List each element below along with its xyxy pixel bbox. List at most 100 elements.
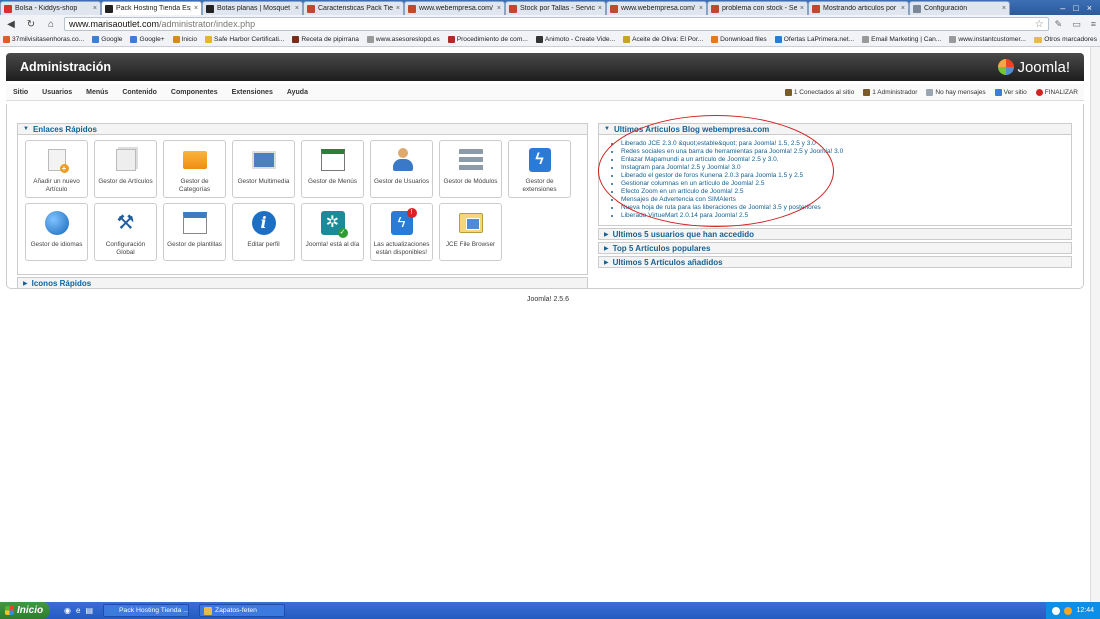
blog-article-link[interactable]: Liberado VirtueMart 2.0.14 para Joomla! … xyxy=(621,212,1071,220)
menu-item[interactable]: Sitio xyxy=(6,89,35,96)
bookmark-item[interactable]: Donwnload files xyxy=(711,36,767,43)
close-window-icon[interactable]: × xyxy=(1087,3,1092,13)
browser-tab[interactable]: problema con stock - Se × xyxy=(707,1,808,15)
bookmark-item[interactable]: Inicio xyxy=(172,36,197,43)
back-icon[interactable]: ◀ xyxy=(4,19,18,30)
home-icon[interactable]: ⌂ xyxy=(44,19,58,30)
network-icon[interactable] xyxy=(1052,606,1061,615)
quick-icon-button[interactable]: Gestor Multimedia xyxy=(232,140,295,198)
menu-item[interactable]: Extensiones xyxy=(225,89,280,96)
blog-article-link[interactable]: Liberado el gestor de foros Kunena 2.0.3… xyxy=(621,172,1071,180)
blog-article-link[interactable]: Mensajes de Advertencia con SIMAlerts xyxy=(621,196,1071,204)
blog-article-link[interactable]: Redes sociales en una barra de herramien… xyxy=(621,148,1071,156)
browser-tab[interactable]: Configuración × xyxy=(909,1,1010,15)
quick-icon-button[interactable]: ✲ Joomla! está al día xyxy=(301,203,364,261)
quick-icon-button[interactable]: Gestor de idiomas xyxy=(25,203,88,261)
collapsed-section-header[interactable]: ▶ Ultimos 5 usuarios que han accedido xyxy=(598,228,1072,240)
taskbar-window-button[interactable]: Zapatos-feten xyxy=(199,604,285,617)
tab-close-icon[interactable]: × xyxy=(497,5,501,12)
bookmark-favicon-icon xyxy=(447,36,455,43)
bookmark-item[interactable]: Procedimiento de com... xyxy=(447,36,528,43)
tools-icon[interactable]: ≡ xyxy=(1091,19,1096,30)
explorer-icon[interactable]: ▤ xyxy=(85,606,93,615)
quick-icon-button[interactable]: i Editar perfil xyxy=(232,203,295,261)
bookmark-star-icon[interactable]: ☆ xyxy=(1035,19,1044,30)
minimize-icon[interactable]: – xyxy=(1060,3,1065,13)
chrome-tray-icon[interactable] xyxy=(1064,606,1073,615)
reload-icon[interactable]: ↻ xyxy=(24,19,38,30)
browser-tab[interactable]: www.webempresa.com/ × xyxy=(606,1,707,15)
status-item[interactable]: 1 Administrador xyxy=(863,88,917,96)
menu-item[interactable]: Contenido xyxy=(115,89,164,96)
quick-icon-button[interactable]: ⚒ Configuración Global xyxy=(94,203,157,261)
menu-item[interactable]: Usuarios xyxy=(35,89,79,96)
tab-close-icon[interactable]: × xyxy=(396,5,400,12)
blog-article-link[interactable]: Liberado JCE 2.3.0 &quot;estable&quot; p… xyxy=(621,140,1071,148)
tab-close-icon[interactable]: × xyxy=(1002,5,1006,12)
tab-close-icon[interactable]: × xyxy=(295,5,299,12)
browser-tab[interactable]: Mostrando articulos por c × xyxy=(808,1,909,15)
quick-icon-button[interactable]: + Añadir un nuevo Artículo xyxy=(25,140,88,198)
status-item[interactable]: FINALIZAR xyxy=(1035,88,1078,96)
bookmark-item[interactable]: Receta de pipirrana xyxy=(292,36,359,43)
blog-article-link[interactable]: Nueva hoja de ruta para las liberaciones… xyxy=(621,204,1071,212)
other-bookmarks[interactable]: Otros marcadores xyxy=(1034,36,1097,43)
quick-icons-header[interactable]: ▶ Iconos Rápidos xyxy=(17,277,588,289)
quick-icon-button[interactable]: Gestor de Artículos xyxy=(94,140,157,198)
blog-article-link[interactable]: Efecto Zoom en un artículo de Joomla! 2.… xyxy=(621,188,1071,196)
quick-icon-button[interactable]: Gestor de Menús xyxy=(301,140,364,198)
browser-tab[interactable]: Botas planas | Mosquet × xyxy=(202,1,303,15)
browser-tab[interactable]: Caracteristicas Pack Tien × xyxy=(303,1,404,15)
bookmark-item[interactable]: www.instantcustomer... xyxy=(949,36,1026,43)
quick-icon-button[interactable]: Gestor de Categorías xyxy=(163,140,226,198)
quick-icon-button[interactable]: Gestor de Usuarios xyxy=(370,140,433,198)
blog-article-link[interactable]: Enlazar Mapamundi a un artículo de Jooml… xyxy=(621,156,1071,164)
cast-icon[interactable]: ▭ xyxy=(1072,19,1081,30)
status-item[interactable]: 1 Conectados al sitio xyxy=(784,88,854,96)
menu-item[interactable]: Ayuda xyxy=(280,89,315,96)
bookmark-item[interactable]: Email Marketing | Can... xyxy=(862,36,941,43)
quick-icon-button[interactable]: Gestor de Módulos xyxy=(439,140,502,198)
bookmark-item[interactable]: Aceite de Oliva: El Por... xyxy=(623,36,703,43)
bookmark-item[interactable]: Ofertas LaPrimera.net... xyxy=(774,36,854,43)
extension-icon[interactable]: ✎ xyxy=(1055,19,1063,30)
bookmark-item[interactable]: Animoto - Create Vide... xyxy=(535,36,615,43)
vertical-scrollbar[interactable] xyxy=(1090,47,1100,602)
ie-icon[interactable]: e xyxy=(76,606,80,615)
tab-close-icon[interactable]: × xyxy=(699,5,703,12)
bookmark-item[interactable]: 37milvisitasenhoras.co... xyxy=(3,36,84,43)
browser-tab[interactable]: Bolsa - Kiddys-shop × xyxy=(0,1,101,15)
chrome-icon[interactable]: ◉ xyxy=(64,606,71,615)
tab-close-icon[interactable]: × xyxy=(93,5,97,12)
menu-item[interactable]: Menús xyxy=(79,89,115,96)
bookmark-item[interactable]: Google xyxy=(92,36,122,43)
address-bar[interactable]: www.marisaoutlet.com /administrator/inde… xyxy=(64,17,1049,31)
tab-close-icon[interactable]: × xyxy=(901,5,905,12)
bookmark-item[interactable]: www.asesoreslopd.es xyxy=(366,36,440,43)
bookmark-item[interactable]: Google+ xyxy=(130,36,165,43)
blog-article-link[interactable]: Instagram para Joomla! 2.5 y Joomla! 3.0 xyxy=(621,164,1071,172)
blog-articles-header[interactable]: ▼ Ultimos Articulos Blog webempresa.com xyxy=(598,123,1072,135)
tab-close-icon[interactable]: × xyxy=(194,5,198,12)
quick-icon-button[interactable]: ϟ Las actualizaciones están disponibles! xyxy=(370,203,433,261)
menu-item[interactable]: Componentes xyxy=(164,89,225,96)
status-item[interactable]: No hay mensajes xyxy=(926,88,986,96)
bookmark-item[interactable]: Safe Harbor Certificati... xyxy=(205,36,284,43)
quick-icon-button[interactable]: JCE File Browser xyxy=(439,203,502,261)
tab-close-icon[interactable]: × xyxy=(598,5,602,12)
status-item[interactable]: Ver sitio xyxy=(994,88,1027,96)
start-button[interactable]: Inicio xyxy=(0,602,50,619)
quick-icon-button[interactable]: ϟ Gestor de extensiones xyxy=(508,140,571,198)
browser-tab[interactable]: Pack Hosting Tienda Esp × xyxy=(101,1,202,15)
blog-article-link[interactable]: Gestionar columnas en un artículo de Joo… xyxy=(621,180,1071,188)
quick-links-header[interactable]: ▼ Enlaces Rápidos xyxy=(17,123,588,135)
browser-tab[interactable]: www.webempresa.com/ × xyxy=(404,1,505,15)
maximize-icon[interactable]: □ xyxy=(1073,3,1078,13)
browser-tab[interactable]: Stock por Tallas - Servic × xyxy=(505,1,606,15)
tab-close-icon[interactable]: × xyxy=(800,5,804,12)
taskbar-window-button[interactable]: Pack Hosting Tienda ... xyxy=(103,604,189,617)
collapsed-section-header[interactable]: ▶ Top 5 Artículos populares xyxy=(598,242,1072,254)
bookmark-favicon-icon xyxy=(711,36,719,43)
quick-icon-button[interactable]: Gestor de plantillas xyxy=(163,203,226,261)
collapsed-section-header[interactable]: ▶ Ultimos 5 Artículos añadidos xyxy=(598,256,1072,268)
